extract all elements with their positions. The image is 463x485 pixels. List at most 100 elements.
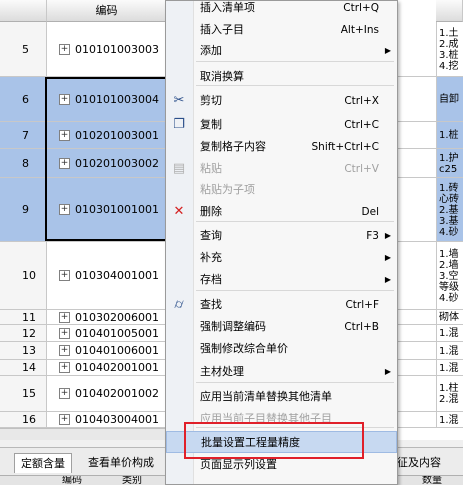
feature-line: 1.墙 bbox=[439, 248, 459, 260]
menu-item-label: 应用当前清单替换其他清单 bbox=[200, 390, 332, 403]
row-number-header bbox=[0, 0, 47, 22]
expand-plus-icon[interactable]: + bbox=[59, 362, 70, 373]
feature-line: 3.基 bbox=[439, 215, 459, 227]
tab-quota-content[interactable]: 定额含量 bbox=[14, 453, 72, 473]
menu-item[interactable]: 插入子目 Alt+Ins bbox=[166, 19, 397, 41]
menu-item-label: 批量设置工程量精度 bbox=[201, 436, 300, 449]
feature-line: 自卸 bbox=[439, 94, 459, 105]
code-text: 010101003004 bbox=[75, 92, 159, 106]
feature-cell[interactable]: 自卸 bbox=[436, 77, 463, 121]
menu-item[interactable]: 取消换算 bbox=[166, 66, 397, 88]
expand-plus-icon[interactable]: + bbox=[59, 388, 70, 399]
feature-cell[interactable]: 1.柱 2.混 bbox=[436, 376, 463, 411]
feature-cell[interactable]: 1.护 c25 bbox=[436, 149, 463, 177]
code-column-header[interactable]: 编码 bbox=[47, 0, 167, 22]
code-text: 010302006001 bbox=[75, 310, 159, 324]
menu-item-label: 复制格子内容 bbox=[200, 140, 266, 153]
code-cell[interactable]: +010101003003 bbox=[47, 22, 167, 76]
menu-item[interactable]: 强制调整编码 Ctrl+B bbox=[166, 316, 397, 338]
menu-item-label: 查找 bbox=[200, 298, 222, 311]
feature-cell[interactable]: 1.桩 bbox=[436, 122, 463, 148]
menu-item[interactable]: ✂ 剪切 Ctrl+X bbox=[166, 90, 397, 112]
code-cell[interactable]: +010402001002 bbox=[47, 376, 167, 411]
expand-plus-icon[interactable]: + bbox=[59, 93, 70, 105]
menu-item-label: 强制调整编码 bbox=[200, 320, 266, 333]
feature-line: 4.挖 bbox=[439, 60, 459, 72]
feature-cell[interactable]: 1.砖 心砖 2.基 3.基 4.砂 bbox=[436, 178, 463, 241]
feature-column-header[interactable] bbox=[436, 0, 463, 22]
feature-line: 1.混 bbox=[439, 362, 459, 374]
expand-plus-icon[interactable]: + bbox=[59, 204, 70, 215]
detail-quantity-header: 数量 bbox=[422, 475, 442, 485]
menu-item[interactable]: 应用当前清单替换其他清单 bbox=[166, 386, 397, 408]
feature-cell[interactable]: 1.混 bbox=[436, 342, 463, 359]
code-cell[interactable]: +010403004001 bbox=[47, 412, 167, 427]
menu-item-shortcut: Ctrl+C bbox=[344, 119, 379, 131]
menu-item: 应用当前子目替换其他子目 bbox=[166, 408, 397, 430]
feature-cell[interactable]: 1.土 2.成 3.桩 4.挖 bbox=[436, 22, 463, 76]
menu-item[interactable]: 插入清单项 Ctrl+Q bbox=[166, 0, 397, 19]
menu-item[interactable]: ✕ 删除 Del bbox=[166, 201, 397, 223]
detail-category-header: 类别 bbox=[122, 475, 142, 485]
code-cell[interactable]: +010301001001 bbox=[47, 178, 167, 241]
submenu-arrow-icon: ▶ bbox=[384, 46, 391, 55]
feature-cell[interactable]: 1.混 bbox=[436, 360, 463, 375]
paste-icon: ▤ bbox=[172, 161, 186, 176]
feature-cell[interactable]: 砌体 bbox=[436, 310, 463, 324]
menu-item[interactable]: 补充 ▶ bbox=[166, 247, 397, 269]
menu-item[interactable]: 存档 ▶ bbox=[166, 269, 397, 291]
feature-cell[interactable]: 1.墙 2.墙 3.空 等级 4.砂 bbox=[436, 242, 463, 309]
feature-line: 1.混 bbox=[439, 345, 459, 357]
feature-line: 2.墙 bbox=[439, 259, 459, 271]
expand-plus-icon[interactable]: + bbox=[59, 327, 70, 339]
submenu-arrow-icon: ▶ bbox=[384, 275, 391, 284]
tab-unit-price-composition[interactable]: 查看单价构成 bbox=[82, 453, 160, 473]
expand-plus-icon[interactable]: + bbox=[59, 414, 70, 425]
menu-item-label: 剪切 bbox=[200, 94, 222, 107]
code-cell[interactable]: +010401006001 bbox=[47, 342, 167, 359]
menu-item[interactable]: 复制格子内容 Shift+Ctrl+C bbox=[166, 136, 397, 158]
expand-plus-icon[interactable]: + bbox=[59, 129, 70, 141]
feature-cell[interactable]: 1.混 bbox=[436, 412, 463, 427]
menu-item-shortcut: Ctrl+F bbox=[345, 299, 379, 311]
feature-line: 1.柱 bbox=[439, 383, 459, 394]
expand-plus-icon[interactable]: + bbox=[59, 345, 70, 356]
menu-item[interactable]: ❐ 复制 Ctrl+C bbox=[166, 114, 397, 136]
context-menu: 插入清单项 Ctrl+Q 插入子目 Alt+Ins 添加 ▶ 取消换算 ✂ 剪切 Ctrl+X ❐ 复… bbox=[165, 0, 398, 485]
code-cell[interactable]: +010401005001 bbox=[47, 325, 167, 341]
menu-item[interactable]: 主材处理 ▶ bbox=[166, 361, 397, 383]
code-cell[interactable]: +010402001001 bbox=[47, 360, 167, 375]
menu-item[interactable]: 强制修改综合单价 bbox=[166, 338, 397, 360]
menu-item[interactable]: 页面显示列设置 bbox=[166, 454, 397, 476]
expand-plus-icon[interactable]: + bbox=[59, 43, 70, 55]
code-cell[interactable]: +010201003001 bbox=[47, 122, 167, 148]
code-text: 010402001001 bbox=[75, 361, 159, 374]
code-cell[interactable]: +010101003004 bbox=[47, 77, 167, 121]
horizontal-scrollbar[interactable] bbox=[0, 428, 170, 440]
feature-cell[interactable]: 1.混 bbox=[436, 325, 463, 341]
menu-item[interactable]: 批量设置工程量精度 bbox=[166, 431, 397, 453]
code-text: 010402001002 bbox=[75, 387, 159, 400]
code-text: 010201003001 bbox=[75, 128, 159, 142]
expand-plus-icon[interactable]: + bbox=[59, 270, 70, 281]
code-cell[interactable]: +010304001001 bbox=[47, 242, 167, 309]
row-number: 16 bbox=[0, 412, 47, 427]
row-number: 8 bbox=[0, 149, 47, 177]
menu-item-shortcut: F3 bbox=[366, 230, 379, 242]
expand-plus-icon[interactable]: + bbox=[59, 311, 70, 323]
code-cell[interactable]: +010201003002 bbox=[47, 149, 167, 177]
menu-item[interactable]: 添加 ▶ bbox=[166, 40, 397, 62]
menu-item-shortcut: Ctrl+Q bbox=[343, 2, 379, 14]
menu-item-label: 插入子目 bbox=[200, 23, 244, 36]
menu-item-label: 应用当前子目替换其他子目 bbox=[200, 412, 332, 425]
expand-plus-icon[interactable]: + bbox=[59, 157, 70, 169]
feature-line: 1.混 bbox=[439, 414, 459, 426]
code-cell[interactable]: +010302006001 bbox=[47, 310, 167, 324]
detail-code-header: 编码 bbox=[62, 475, 82, 485]
menu-item[interactable]: 查询 F3 ▶ bbox=[166, 225, 397, 247]
menu-item-shortcut: Shift+Ctrl+C bbox=[311, 141, 379, 153]
menu-item-shortcut: Ctrl+X bbox=[344, 95, 379, 107]
submenu-arrow-icon: ▶ bbox=[384, 253, 391, 262]
row-number: 5 bbox=[0, 22, 47, 76]
menu-item[interactable]: ⌭ 查找 Ctrl+F bbox=[166, 294, 397, 316]
